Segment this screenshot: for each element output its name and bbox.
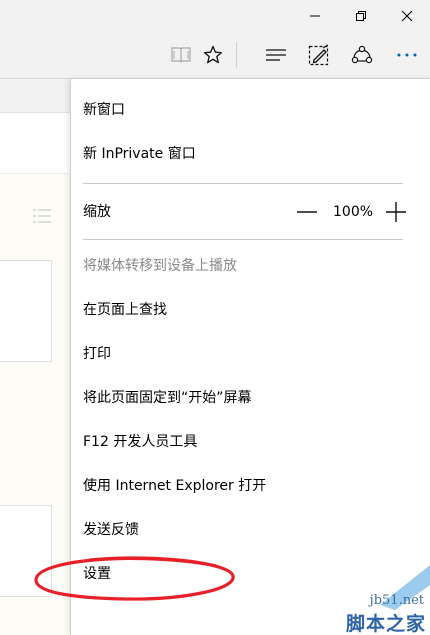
more-actions-button[interactable] [387, 32, 427, 78]
zoom-label: 缩放 [83, 204, 111, 220]
watermark-url: jb51.net [369, 593, 424, 608]
page-header-strip [0, 79, 80, 113]
close-button[interactable] [384, 0, 430, 32]
menu-item-print[interactable]: 打印 [83, 344, 111, 364]
restore-icon [356, 11, 366, 21]
restore-button[interactable] [338, 0, 384, 32]
browser-toolbar [0, 32, 430, 79]
favorite-button[interactable] [193, 32, 233, 78]
page-card [0, 260, 52, 362]
page-card [0, 505, 52, 597]
menu-item-new-window[interactable]: 新窗口 [83, 100, 125, 120]
menu-item-cast-media: 将媒体转移到设备上播放 [83, 258, 237, 274]
menu-item-send-feedback[interactable]: 发送反馈 [83, 520, 139, 540]
menu-item-settings[interactable]: 设置 [83, 564, 111, 584]
menu-divider [83, 183, 403, 184]
close-icon [401, 10, 413, 22]
zoom-level: 100% [333, 204, 374, 220]
minimize-button[interactable] [292, 0, 338, 32]
watermark-text: 脚本之家 [345, 613, 426, 635]
web-note-button[interactable] [299, 32, 339, 78]
zoom-out-button[interactable] [297, 202, 317, 222]
menu-item-pin-to-start[interactable]: 将此页面固定到“开始”屏幕 [83, 388, 252, 408]
menu-divider [83, 239, 403, 240]
toolbar-separator [236, 42, 237, 68]
pen-note-icon [308, 44, 329, 66]
minimize-icon [310, 15, 320, 17]
site-watermark: jb51.net 脚本之家 [320, 565, 430, 635]
hub-button[interactable] [256, 32, 296, 78]
star-icon [203, 45, 223, 64]
minus-icon [297, 211, 317, 213]
plus-icon [386, 202, 406, 222]
more-dots-icon [397, 53, 417, 57]
page-banner [0, 113, 80, 174]
book-icon [171, 47, 191, 63]
menu-item-find-on-page[interactable]: 在页面上查找 [83, 300, 167, 320]
list-icon [33, 209, 51, 223]
menu-item-open-with-ie[interactable]: 使用 Internet Explorer 打开 [83, 476, 266, 496]
hub-lines-icon [266, 49, 286, 61]
more-actions-menu: 新窗口 新 InPrivate 窗口 缩放 100% 将媒体转移到设备上播放 在… [70, 79, 430, 635]
share-icon [351, 45, 373, 64]
zoom-in-button[interactable] [386, 202, 406, 222]
share-button[interactable] [342, 32, 382, 78]
title-bar [0, 0, 430, 32]
menu-item-new-inprivate-window[interactable]: 新 InPrivate 窗口 [83, 144, 196, 164]
menu-item-f12-developer-tools[interactable]: F12 开发人员工具 [83, 432, 197, 452]
